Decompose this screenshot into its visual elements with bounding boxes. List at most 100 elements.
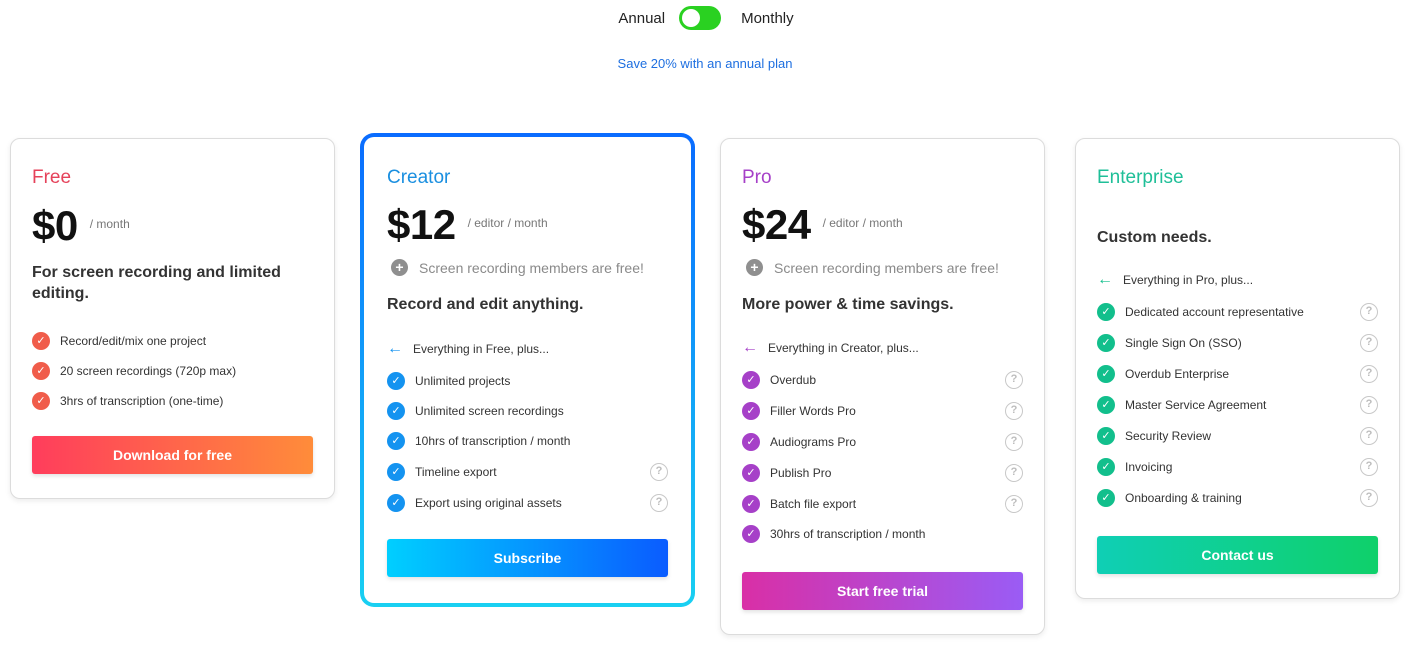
feature-label: Overdub Enterprise: [1125, 366, 1230, 381]
plan-price: $12: [387, 201, 456, 248]
plan-card-enterprise: Enterprise Custom needs. ← Everything in…: [1075, 138, 1400, 599]
feature-item: ✓ Single Sign On (SSO)?: [1097, 327, 1378, 358]
arrow-left-icon: ←: [1097, 271, 1113, 288]
billing-toggle[interactable]: [679, 6, 722, 30]
help-icon[interactable]: ?: [1005, 494, 1023, 513]
feature-label: Security Review: [1125, 428, 1212, 443]
feature-item: ✓ Record/edit/mix one project: [32, 326, 313, 356]
feature-item: ✓ Onboarding & training?: [1097, 482, 1378, 513]
feature-item: ✓ Dedicated account representative?: [1097, 296, 1378, 327]
check-icon: ✓: [1097, 395, 1115, 414]
check-icon: ✓: [1097, 364, 1115, 383]
feature-label: Batch file export: [770, 496, 857, 511]
check-icon: ✓: [1097, 488, 1115, 507]
check-icon: ✓: [742, 401, 760, 420]
help-icon[interactable]: ?: [1360, 457, 1378, 476]
help-icon[interactable]: ?: [1360, 488, 1378, 507]
plus-line-text: Everything in Free, plus...: [413, 342, 550, 356]
plan-name: Free: [32, 167, 72, 188]
feature-label: Publish Pro: [770, 465, 832, 480]
feature-item: ✓ Unlimited screen recordings: [387, 396, 668, 426]
plan-tagline: Custom needs.: [1097, 229, 1212, 246]
toggle-knob: [682, 9, 701, 27]
price-period: / month: [89, 217, 130, 231]
feature-list: ✓ Dedicated account representative? ✓ Sing…: [1097, 296, 1378, 513]
feature-label: 30hrs of transcription / month: [770, 527, 926, 541]
price-period: / editor / month: [467, 216, 548, 230]
plus-circle-icon: +: [391, 259, 408, 276]
plus-circle-icon: +: [746, 259, 763, 276]
check-icon: ✓: [742, 370, 760, 389]
feature-item: ✓ 30hrs of transcription / month: [742, 519, 1023, 549]
help-icon[interactable]: ?: [1360, 426, 1378, 445]
help-icon[interactable]: ?: [1005, 401, 1023, 420]
feature-item: ✓ Overdub Enterprise?: [1097, 358, 1378, 389]
check-icon: ✓: [32, 362, 50, 380]
everything-in-previous: ← Everything in Free, plus...: [387, 341, 549, 357]
check-icon: ✓: [387, 432, 405, 450]
feature-label: Audiograms Pro: [770, 434, 857, 449]
free-members-text: Screen recording members are free!: [774, 259, 999, 276]
arrow-left-icon: ←: [387, 340, 403, 357]
feature-item: ✓ Security Review?: [1097, 420, 1378, 451]
help-icon[interactable]: ?: [1360, 364, 1378, 383]
feature-item: ✓ 20 screen recordings (720p max): [32, 356, 313, 386]
feature-label: Onboarding & training: [1125, 490, 1242, 505]
check-icon: ✓: [742, 432, 760, 451]
feature-label: Overdub: [770, 372, 817, 387]
feature-item: ✓ Publish Pro?: [742, 457, 1023, 488]
feature-label: Unlimited screen recordings: [415, 404, 564, 418]
monthly-label[interactable]: Monthly: [741, 10, 794, 27]
feature-item: ✓ Audiograms Pro?: [742, 426, 1023, 457]
price-row: $0 / month: [32, 202, 130, 250]
help-icon[interactable]: ?: [650, 493, 668, 512]
price-row: $12 / editor / month: [387, 201, 548, 249]
help-icon[interactable]: ?: [1005, 432, 1023, 451]
everything-in-previous: ← Everything in Pro, plus...: [1097, 272, 1253, 288]
plus-line-text: Everything in Creator, plus...: [768, 341, 919, 355]
check-icon: ✓: [742, 494, 760, 513]
feature-item: ✓ Invoicing?: [1097, 451, 1378, 482]
start-free-trial-button[interactable]: Start free trial: [742, 572, 1023, 610]
plan-price: $24: [742, 201, 811, 248]
feature-label: 20 screen recordings (720p max): [60, 364, 237, 378]
feature-list: ✓ Record/edit/mix one project ✓ 20 screen …: [32, 326, 313, 416]
feature-label: 10hrs of transcription / month: [415, 434, 571, 448]
everything-in-previous: ← Everything in Creator, plus...: [742, 340, 919, 356]
check-icon: ✓: [1097, 333, 1115, 352]
feature-item: ✓ Batch file export?: [742, 488, 1023, 519]
feature-item: ✓ 3hrs of transcription (one-time): [32, 386, 313, 416]
plan-price: $0: [32, 202, 78, 249]
help-icon[interactable]: ?: [650, 462, 668, 481]
help-icon[interactable]: ?: [1360, 395, 1378, 414]
annual-label[interactable]: Annual: [618, 10, 665, 27]
feature-label: Record/edit/mix one project: [60, 334, 207, 348]
subscribe-button[interactable]: Subscribe: [387, 539, 668, 577]
plan-tagline: More power & time savings.: [742, 296, 954, 313]
check-icon: ✓: [1097, 426, 1115, 445]
check-icon: ✓: [32, 332, 50, 350]
check-icon: ✓: [387, 462, 405, 481]
plan-tagline: Record and edit anything.: [387, 296, 584, 313]
plus-line-text: Everything in Pro, plus...: [1123, 273, 1254, 287]
check-icon: ✓: [1097, 302, 1115, 321]
feature-label: Single Sign On (SSO): [1125, 335, 1242, 350]
help-icon[interactable]: ?: [1360, 302, 1378, 321]
feature-label: Dedicated account representative: [1125, 304, 1304, 319]
download-for-free-button[interactable]: Download for free: [32, 436, 313, 474]
feature-item: ✓ 10hrs of transcription / month: [387, 426, 668, 456]
feature-item: ✓ Export using original assets?: [387, 487, 668, 518]
help-icon[interactable]: ?: [1005, 370, 1023, 389]
billing-period-switch: Annual Monthly: [0, 6, 1418, 30]
plan-name: Creator: [387, 167, 451, 188]
feature-label: Timeline export: [415, 464, 497, 479]
check-icon: ✓: [387, 402, 405, 420]
help-icon[interactable]: ?: [1360, 333, 1378, 352]
feature-item: ✓ Filler Words Pro?: [742, 395, 1023, 426]
contact-us-button[interactable]: Contact us: [1097, 536, 1378, 574]
help-icon[interactable]: ?: [1005, 463, 1023, 482]
feature-label: Export using original assets: [415, 495, 562, 510]
feature-item: ✓ Unlimited projects: [387, 366, 668, 396]
check-icon: ✓: [1097, 457, 1115, 476]
annual-savings-link[interactable]: Save 20% with an annual plan: [0, 56, 1410, 71]
